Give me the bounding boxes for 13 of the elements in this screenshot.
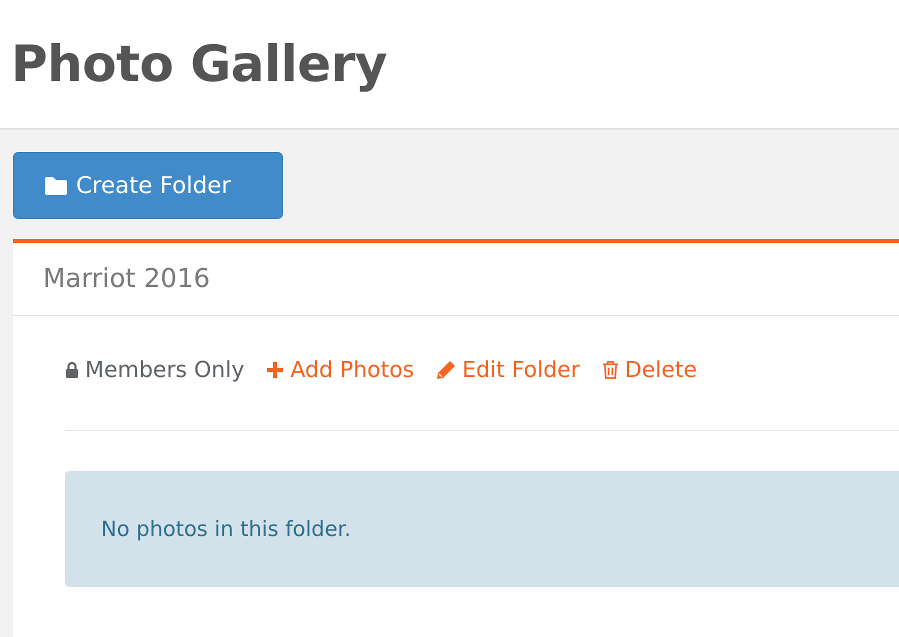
lock-icon <box>65 361 79 379</box>
delete-link[interactable]: Delete <box>602 358 698 382</box>
create-folder-button[interactable]: Create Folder <box>13 152 283 219</box>
edit-folder-link[interactable]: Edit Folder <box>436 358 580 382</box>
folder-title: Marriot 2016 <box>43 264 210 294</box>
pencil-icon <box>436 360 456 380</box>
empty-folder-message: No photos in this folder. <box>65 471 899 587</box>
folder-icon <box>44 176 68 196</box>
page-title: Photo Gallery <box>11 35 387 93</box>
plus-icon <box>266 361 284 379</box>
trash-icon <box>602 360 619 380</box>
add-photos-link[interactable]: Add Photos <box>266 358 414 382</box>
visibility-status: Members Only <box>65 358 244 382</box>
